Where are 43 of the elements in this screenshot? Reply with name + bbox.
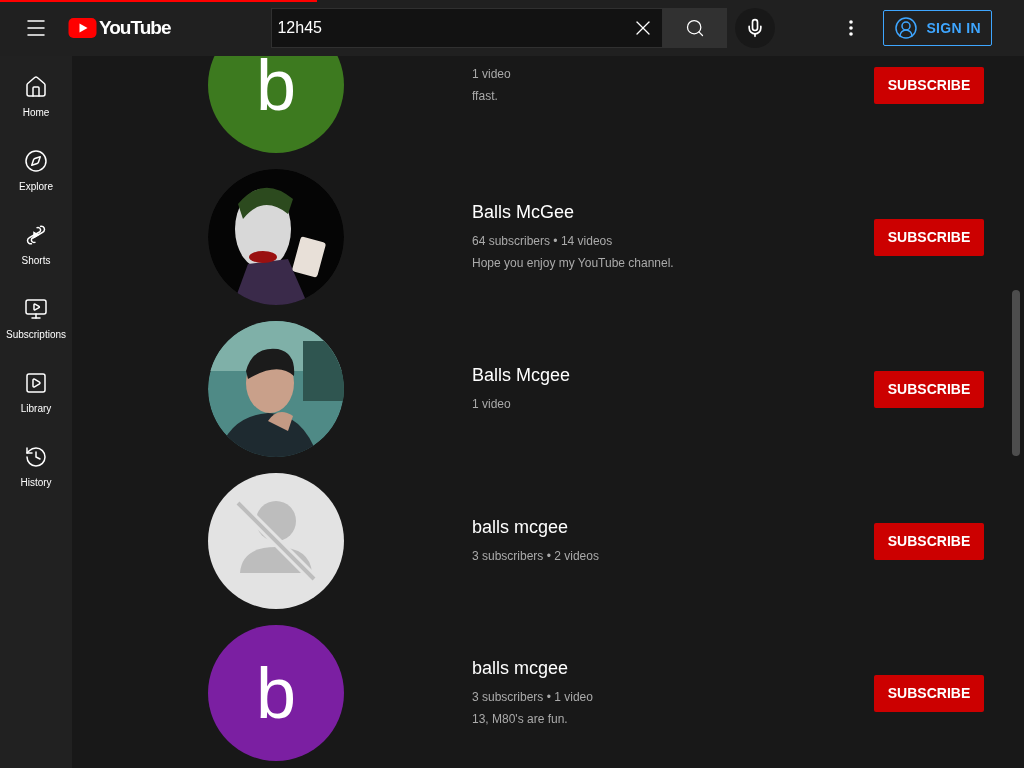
channel-description: 13, M80's are fun. (472, 711, 569, 728)
channel-name[interactable]: Balls Mcgee (472, 363, 874, 387)
sign-in-button[interactable]: SIGN IN (883, 10, 992, 46)
subscriptions-icon (24, 296, 48, 321)
subscribe-button[interactable]: SUBSCRIBE (874, 218, 984, 256)
channel-stats: 64 subscribers • 14 videos (472, 233, 614, 250)
search-field[interactable]: 12h45 (271, 8, 664, 48)
account-icon (894, 16, 919, 40)
search-icon (685, 18, 706, 38)
channel-avatar[interactable]: b (208, 56, 344, 153)
more-icon (849, 20, 854, 36)
sidebar-item[interactable]: Subscriptions (0, 282, 72, 356)
sidebar-item[interactable]: Home (0, 60, 72, 134)
sidebar-item[interactable]: History (0, 430, 72, 504)
sidebar-item[interactable]: Library (0, 356, 72, 430)
subscribe-button[interactable]: SUBSCRIBE (874, 370, 984, 408)
history-icon (24, 444, 48, 469)
channel-stats: 3 subscribers • 2 videos (472, 548, 600, 565)
library-icon (24, 370, 48, 395)
channel-stats: 1 video (472, 396, 512, 413)
channel-stats: 1 video (472, 66, 512, 83)
sidebar-item[interactable]: Explore (0, 134, 72, 208)
subscribe-button[interactable]: SUBSCRIBE (874, 674, 984, 712)
play-logo-icon (68, 18, 97, 38)
channel-description: ffast. (472, 88, 499, 105)
youtube-logo[interactable]: YouTube (68, 13, 171, 43)
channel-description: Hope you enjoy my YouTube channel. (472, 255, 675, 272)
channel-name[interactable]: balls mcgee (472, 656, 874, 680)
channel-name[interactable]: balls mcgee (472, 515, 874, 539)
channel-avatar[interactable]: b (208, 625, 344, 761)
default-avatar-icon[interactable] (208, 473, 344, 609)
channel-name[interactable]: Balls McGee (472, 200, 874, 224)
microphone-button[interactable] (735, 8, 776, 48)
subscribe-button[interactable]: SUBSCRIBE (874, 66, 984, 104)
scrollbar-thumb[interactable] (1012, 290, 1020, 456)
compass-icon (24, 148, 48, 173)
search-button[interactable] (663, 8, 728, 48)
subscribe-button[interactable]: SUBSCRIBE (874, 522, 984, 560)
sidebar-item[interactable]: Shorts (0, 208, 72, 282)
channel-stats: 3 subscribers • 1 video (472, 689, 594, 706)
home-icon (24, 74, 48, 99)
logo-text: YouTube (99, 15, 171, 40)
shorts-icon (24, 222, 48, 247)
